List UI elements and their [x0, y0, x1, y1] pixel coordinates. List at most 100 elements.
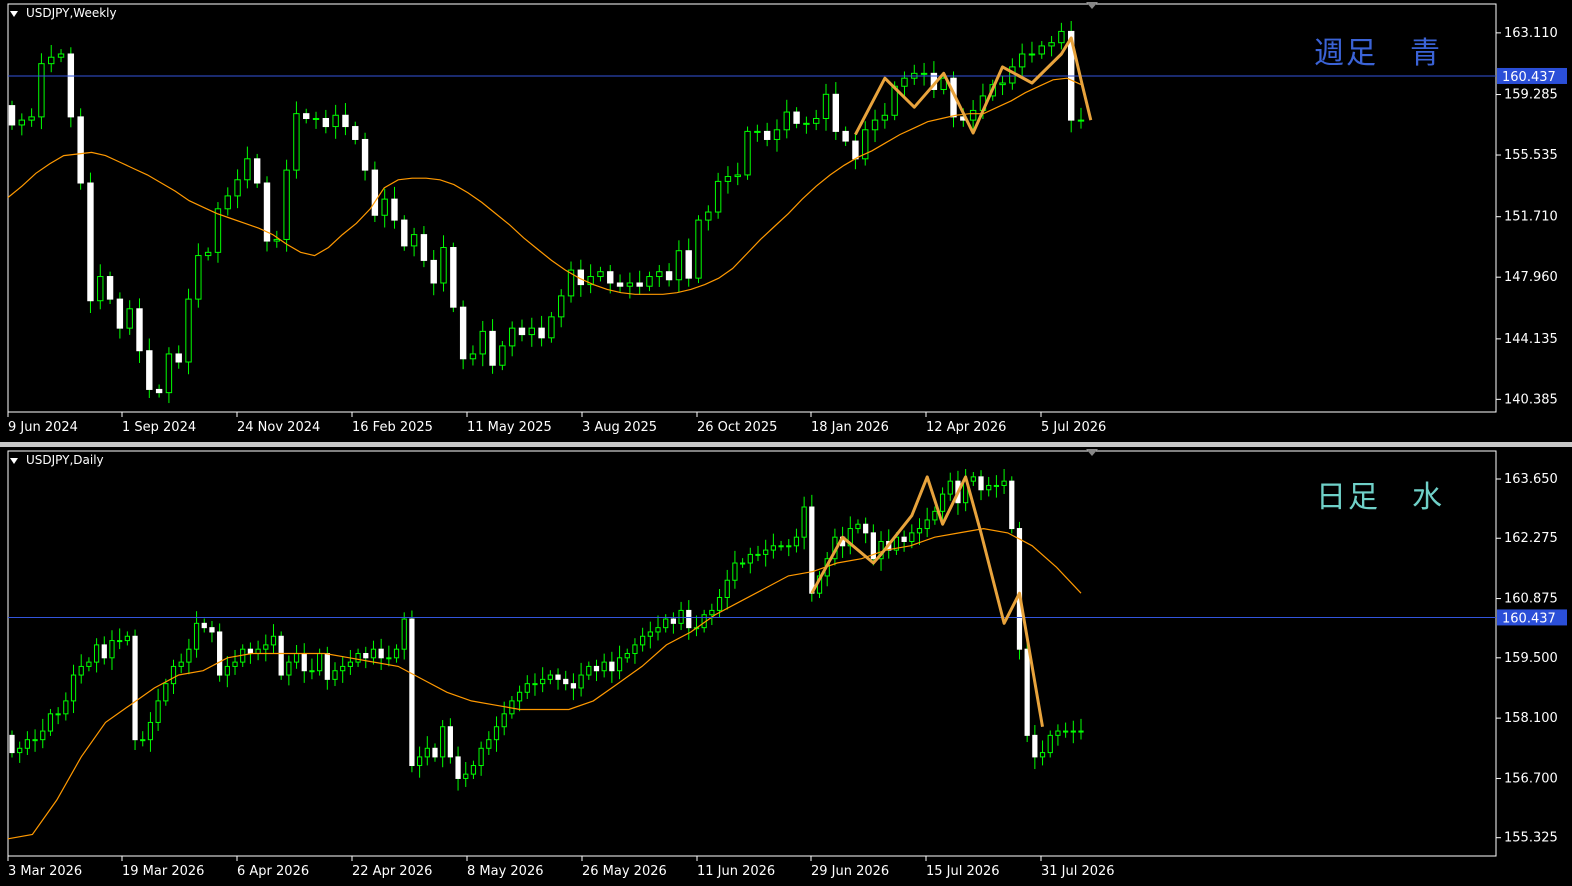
candle-body — [217, 631, 223, 676]
candle-body — [822, 93, 830, 119]
candle-body — [48, 56, 55, 65]
chart-menu-triangle-icon[interactable] — [10, 458, 18, 464]
candle-body — [324, 653, 330, 680]
candle-body — [469, 353, 477, 360]
candle-body — [70, 674, 77, 702]
candle-body — [501, 713, 507, 728]
candle-body — [386, 657, 392, 660]
candle-body — [670, 618, 677, 624]
candle-body — [1077, 119, 1085, 122]
candle-body — [155, 700, 161, 723]
daily-chart-title: USDJPY,Daily — [26, 453, 104, 467]
candle-body — [636, 282, 643, 287]
candle-body — [516, 691, 523, 702]
candle-body — [783, 111, 790, 131]
x-tick-label: 11 Jun 2026 — [697, 864, 775, 879]
candle-body — [255, 648, 261, 654]
candle-body — [786, 545, 792, 548]
candle-body — [916, 528, 923, 534]
candle-body — [32, 739, 38, 742]
candle-body — [986, 484, 992, 491]
candle-body — [832, 93, 840, 132]
chart-menu-triangle-icon[interactable] — [10, 11, 18, 17]
candle-body — [155, 388, 163, 394]
candle-body — [724, 176, 732, 182]
candle-body — [244, 158, 251, 181]
candle-body — [381, 198, 388, 216]
candle-body — [57, 53, 65, 58]
candle-body — [1078, 730, 1084, 733]
x-tick-label: 1 Sep 2024 — [122, 420, 196, 435]
candle-body — [286, 661, 292, 676]
candle-body — [665, 271, 673, 281]
candle-body — [714, 180, 722, 213]
candle-body — [626, 282, 634, 287]
candle-body — [640, 635, 646, 646]
x-tick-label: 26 Oct 2025 — [697, 420, 777, 435]
candle-body — [178, 661, 184, 667]
y-tick-label: 151.710 — [1504, 210, 1558, 225]
weekly-chart-pane[interactable]: 163.110 159.285 155.535 151.710 147.960 144.1… — [0, 0, 1572, 442]
candle-body — [97, 276, 104, 302]
y-tick-label: 144.135 — [1504, 332, 1558, 347]
candle-body — [1024, 648, 1030, 736]
weekly-chart-title: USDJPY,Weekly — [26, 6, 117, 20]
candle-body — [1016, 528, 1023, 650]
y-tick-label: 163.650 — [1504, 472, 1558, 487]
candle-body — [932, 510, 938, 521]
candle-body — [47, 713, 54, 732]
candle-body — [739, 562, 746, 565]
candle-body — [499, 345, 506, 366]
candle-body — [391, 198, 398, 221]
candle-body — [1039, 752, 1046, 758]
x-tick-label: 9 Jun 2024 — [8, 420, 78, 435]
candle-body — [842, 130, 849, 142]
candle-body — [393, 648, 400, 659]
hline-price-label: 160.437 — [1502, 611, 1556, 626]
x-tick-label: 11 May 2025 — [467, 420, 552, 435]
candle-body — [646, 276, 653, 287]
candle-body — [185, 298, 192, 363]
candle-body — [165, 353, 173, 394]
candle-body — [999, 82, 1006, 86]
plot-frame — [7, 3, 1497, 413]
hline-price-label: 160.437 — [1502, 70, 1556, 85]
y-tick-label: 162.275 — [1504, 531, 1558, 546]
candle-body — [409, 618, 415, 767]
candle-body — [332, 114, 339, 128]
candle-body — [106, 276, 114, 300]
candle-body — [1070, 730, 1076, 733]
x-tick-label: 5 Jul 2026 — [1041, 420, 1106, 435]
candle-body — [881, 114, 889, 121]
candle-body — [340, 665, 346, 672]
candle-body — [675, 250, 683, 281]
candle-body — [273, 238, 280, 242]
candle-body — [732, 562, 738, 581]
candle-body — [132, 635, 138, 741]
candle-body — [558, 295, 565, 318]
candle-body — [528, 327, 535, 336]
y-tick-label: 140.385 — [1504, 392, 1558, 407]
candle-body — [593, 665, 600, 672]
candle-body — [463, 773, 469, 779]
candle-body — [793, 111, 800, 124]
candle-body — [347, 661, 354, 667]
daily-chart-pane[interactable]: 163.650 162.275 160.875 159.500 158.100 156.7… — [0, 447, 1572, 886]
candle-body — [201, 622, 207, 629]
candle-body — [709, 609, 715, 616]
candle-body — [809, 506, 815, 594]
candle-body — [686, 609, 692, 629]
candle-body — [232, 661, 238, 667]
candle-body — [663, 618, 669, 629]
candle-body — [755, 553, 761, 556]
candle-body — [655, 627, 661, 633]
candle-body — [63, 700, 69, 715]
candle-body — [214, 208, 222, 253]
candle-body — [563, 678, 569, 685]
candle-body — [1038, 45, 1045, 55]
candle-body — [803, 122, 810, 125]
candle-body — [607, 271, 614, 284]
candle-body — [263, 644, 269, 650]
candle-body — [920, 72, 928, 75]
candle-body — [508, 327, 516, 347]
